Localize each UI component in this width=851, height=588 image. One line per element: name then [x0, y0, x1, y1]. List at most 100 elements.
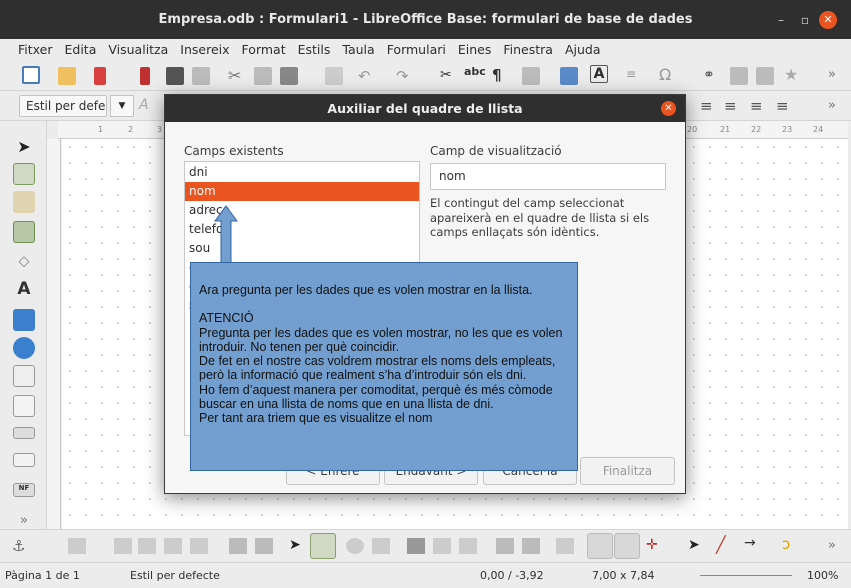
- menu-eines[interactable]: Eines: [452, 42, 498, 57]
- menu-format[interactable]: Format: [236, 42, 292, 57]
- copy-icon[interactable]: [254, 67, 272, 85]
- form-design-icon[interactable]: [13, 221, 35, 243]
- push-button-icon[interactable]: [13, 427, 35, 439]
- insert-field-icon[interactable]: ≡: [626, 67, 644, 85]
- add-field-icon[interactable]: [433, 538, 451, 554]
- wrap-off-icon[interactable]: [138, 538, 156, 554]
- select-pointer-icon[interactable]: ➤: [13, 137, 35, 159]
- auto-focus-icon[interactable]: [522, 538, 540, 554]
- note-body-4: Per tant ara triem que es visualitze el …: [199, 411, 433, 426]
- save-icon[interactable]: [94, 67, 106, 85]
- chevron-down-icon[interactable]: ▼: [110, 95, 134, 117]
- paste-icon[interactable]: [280, 67, 298, 85]
- maximize-button[interactable]: ▫: [796, 11, 814, 29]
- open-folder-icon[interactable]: [58, 67, 76, 85]
- align-center-icon[interactable]: ≡: [724, 97, 737, 115]
- cut-icon[interactable]: ✂: [228, 67, 246, 85]
- star-icon[interactable]: ★: [784, 65, 802, 84]
- wrap-icon[interactable]: [114, 538, 132, 554]
- menu-formulari[interactable]: Formulari: [381, 42, 452, 57]
- design-mode-toggle-icon[interactable]: [310, 533, 336, 559]
- page-indicator: Pàgina 1 de 1: [5, 569, 80, 582]
- insert-image-icon[interactable]: [560, 67, 578, 85]
- menu-fitxer[interactable]: Fitxer: [12, 42, 59, 57]
- menu-estils[interactable]: Estils: [292, 42, 337, 57]
- minimize-button[interactable]: –: [772, 11, 790, 29]
- justify-icon[interactable]: ≡: [776, 97, 789, 115]
- snap-to-grid-icon[interactable]: [614, 533, 640, 559]
- new-document-icon[interactable]: [22, 66, 40, 84]
- zoom-slider[interactable]: [700, 575, 792, 576]
- print-preview-icon[interactable]: [192, 67, 210, 85]
- arrow-line-icon[interactable]: →: [744, 535, 756, 551]
- position-size-icon[interactable]: [556, 538, 574, 554]
- window-titlebar: Empresa.odb : Formulari1 - LibreOffice B…: [0, 0, 851, 39]
- form-properties-icon[interactable]: [372, 538, 390, 554]
- group-icon[interactable]: [229, 538, 247, 554]
- anchor-icon[interactable]: ⚓: [12, 537, 25, 555]
- line-icon[interactable]: ╱: [716, 535, 726, 554]
- open-design-mode-icon[interactable]: [496, 538, 514, 554]
- menu-taula[interactable]: Taula: [336, 42, 380, 57]
- find-replace-icon[interactable]: ✂: [440, 67, 458, 85]
- clone-formatting-icon[interactable]: [325, 67, 343, 85]
- control-wizards-icon[interactable]: [13, 191, 35, 213]
- checkbox-icon[interactable]: [13, 309, 35, 331]
- label-field-icon[interactable]: A: [13, 279, 35, 301]
- formatted-field-icon[interactable]: NF: [13, 483, 35, 497]
- export-pdf-icon[interactable]: [140, 67, 150, 85]
- pointer-icon[interactable]: ➤: [688, 537, 700, 553]
- paragraph-style-box[interactable]: Estil per defe: [19, 95, 107, 117]
- ruler-label: 3: [157, 125, 163, 134]
- menu-bar: Fitxer Edita Visualitza Insereix Format …: [0, 39, 851, 59]
- menu-finestra[interactable]: Finestra: [497, 42, 559, 57]
- hyperlink-icon[interactable]: ⚭: [703, 67, 721, 85]
- zoom-level: 100%: [807, 569, 839, 582]
- form-design-toolbar: ⚓ ➤ ✛ ➤ ╱ → ↄ »: [0, 529, 851, 562]
- insert-textbox-icon[interactable]: A: [590, 65, 608, 83]
- insert-table-icon[interactable]: [522, 67, 540, 85]
- comment-icon[interactable]: [756, 67, 774, 85]
- curve-icon[interactable]: ↄ: [782, 535, 790, 553]
- special-character-icon[interactable]: Ω: [659, 65, 677, 84]
- align-left-icon[interactable]: ≡: [700, 97, 713, 115]
- menu-ajuda[interactable]: Ajuda: [559, 42, 607, 57]
- more-options-icon[interactable]: »: [828, 67, 846, 85]
- spelling-icon[interactable]: abc: [464, 65, 486, 83]
- form-navigator-icon[interactable]: [407, 538, 425, 554]
- design-mode-icon[interactable]: [13, 163, 35, 185]
- display-field-input[interactable]: nom: [430, 163, 666, 190]
- more-formatting-icon[interactable]: »: [828, 98, 836, 113]
- display-grid-icon[interactable]: [587, 533, 613, 559]
- more-draw-icon[interactable]: »: [828, 538, 836, 553]
- menu-insereix[interactable]: Insereix: [174, 42, 235, 57]
- list-item[interactable]: dni: [185, 163, 419, 182]
- list-box-icon[interactable]: [13, 365, 35, 387]
- menu-edita[interactable]: Edita: [59, 42, 103, 57]
- helplines-icon[interactable]: ✛: [646, 537, 658, 553]
- control-properties-icon[interactable]: [346, 538, 364, 554]
- finish-button[interactable]: Finalitza: [580, 457, 675, 485]
- combo-box-icon[interactable]: [13, 395, 35, 417]
- print-icon[interactable]: [166, 67, 184, 85]
- bring-front-icon[interactable]: [164, 538, 182, 554]
- align-right-icon[interactable]: ≡: [750, 97, 763, 115]
- send-back-icon[interactable]: [190, 538, 208, 554]
- tag-icon[interactable]: ⬦: [13, 251, 35, 273]
- menu-visualitza[interactable]: Visualitza: [102, 42, 174, 57]
- ungroup-icon[interactable]: [255, 538, 273, 554]
- close-window-button[interactable]: ✕: [819, 11, 837, 29]
- option-button-icon[interactable]: [13, 337, 35, 359]
- activation-order-icon[interactable]: [459, 538, 477, 554]
- redo-icon[interactable]: ↷: [396, 67, 414, 85]
- select-icon[interactable]: ➤: [289, 537, 301, 553]
- image-button-icon[interactable]: [13, 453, 35, 467]
- dialog-close-icon[interactable]: ✕: [661, 101, 676, 116]
- align-icon[interactable]: [68, 538, 86, 554]
- formatting-marks-icon[interactable]: ¶: [492, 66, 510, 84]
- style-icon[interactable]: A: [139, 97, 149, 113]
- page-style: Estil per defecte: [130, 569, 220, 582]
- footnote-icon[interactable]: [730, 67, 748, 85]
- list-item-selected[interactable]: nom: [185, 182, 419, 201]
- undo-icon[interactable]: ↶: [358, 67, 376, 85]
